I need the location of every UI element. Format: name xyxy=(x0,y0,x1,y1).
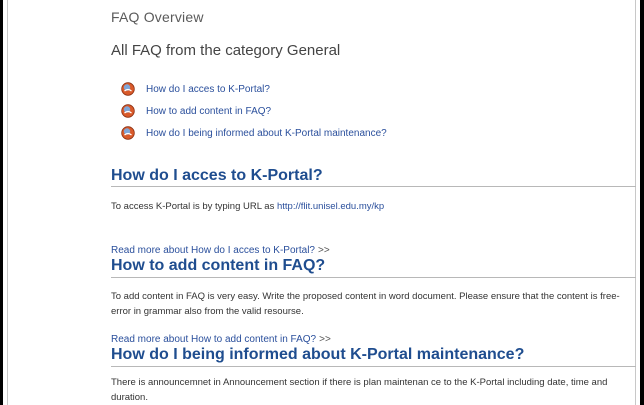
faq-answer-text: There is announcemnet in Announcement se… xyxy=(111,377,608,403)
faq-section-title: How do I being informed about K-Portal m… xyxy=(111,346,525,363)
category-heading: All FAQ from the category General xyxy=(111,42,341,59)
faq-bullet-icon xyxy=(121,104,135,118)
read-more-link[interactable]: Read more about How to add content in FA… xyxy=(111,334,331,345)
read-more-label: Read more about How to add content in FA… xyxy=(111,334,317,345)
faq-section-title: How do I acces to K-Portal? xyxy=(111,167,323,184)
faq-index-item[interactable]: How to add content in FAQ? xyxy=(121,100,387,122)
answer-text: To access K-Portal is by typing URL as xyxy=(111,201,277,212)
read-more-label: Read more about How do I acces to K-Port… xyxy=(111,245,315,256)
portal-url-link[interactable]: http://flit.unisel.edu.my/kp xyxy=(277,201,384,212)
section-divider xyxy=(111,366,636,367)
page-title: FAQ Overview xyxy=(111,9,204,25)
faq-answer-text: To access K-Portal is by typing URL as h… xyxy=(111,199,636,214)
faq-answer-text: To add content in FAQ is very easy. Writ… xyxy=(111,291,620,317)
faq-bullet-icon xyxy=(121,82,135,96)
faq-index-link[interactable]: How do I acces to K-Portal? xyxy=(146,84,270,95)
faq-section-title: How to add content in FAQ? xyxy=(111,257,326,274)
screenshot-frame: FAQ Overview All FAQ from the category G… xyxy=(0,0,644,405)
faq-index-link[interactable]: How do I being informed about K-Portal m… xyxy=(146,128,387,139)
faq-index-item[interactable]: How do I acces to K-Portal? xyxy=(121,78,387,100)
read-more-link[interactable]: Read more about How do I acces to K-Port… xyxy=(111,245,330,256)
left-border xyxy=(0,0,3,405)
right-border xyxy=(640,0,644,405)
read-more-arrows: >> xyxy=(318,245,330,256)
faq-index-list: How do I acces to K-Portal? How to add c… xyxy=(121,78,387,144)
faq-index-item[interactable]: How do I being informed about K-Portal m… xyxy=(121,122,387,144)
read-more-arrows: >> xyxy=(319,334,331,345)
faq-bullet-icon xyxy=(121,126,135,140)
section-divider xyxy=(111,277,636,278)
left-border-inner xyxy=(7,0,8,405)
faq-content: FAQ Overview All FAQ from the category G… xyxy=(111,0,636,405)
faq-index-link[interactable]: How to add content in FAQ? xyxy=(146,106,271,117)
section-divider xyxy=(111,186,636,187)
